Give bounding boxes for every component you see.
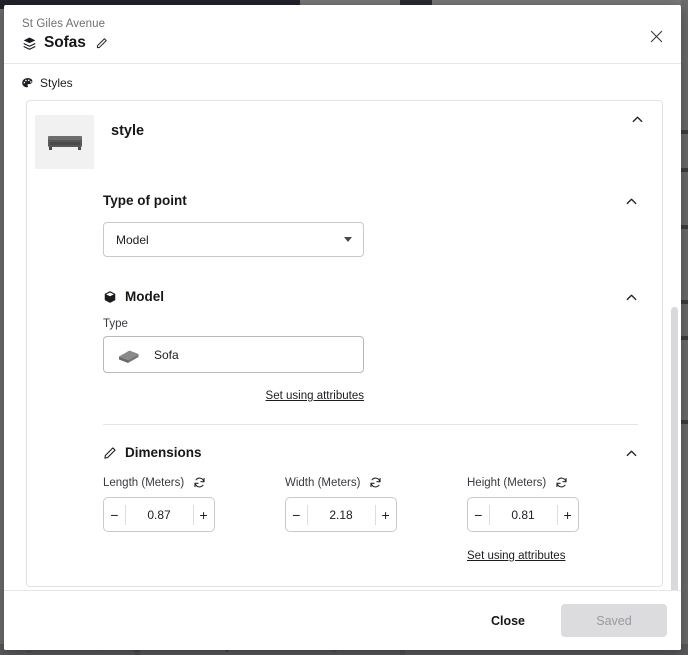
layers-icon [22, 36, 37, 51]
length-label-row: Length (Meters) [103, 476, 285, 489]
model-title: Model [125, 289, 164, 304]
style-card-header: style [27, 101, 662, 169]
pencil-icon[interactable] [95, 37, 108, 50]
type-of-point-value: Model [116, 232, 149, 247]
chevron-up-icon-style[interactable] [631, 113, 644, 126]
model-header: Model [103, 289, 662, 304]
length-label: Length (Meters) [103, 476, 185, 489]
dialog-header: St Giles Avenue Sofas [4, 5, 681, 64]
dimensions-grid: Length (Meters) − 0.87 + Width (Meters) … [103, 476, 662, 532]
dialog-footer: Close Saved [4, 590, 681, 650]
style-editor-dialog: St Giles Avenue Sofas Styles style Type … [4, 5, 681, 650]
refresh-icon-length[interactable] [193, 476, 206, 489]
page-title: Sofas [44, 34, 86, 51]
height-stepper[interactable]: − + [467, 497, 579, 532]
background-right-panel [681, 0, 688, 655]
save-button: Saved [561, 604, 667, 637]
section-divider [103, 424, 638, 425]
width-label: Width (Meters) [285, 476, 361, 489]
dialog-title-row: Sofas [22, 34, 663, 52]
type-of-point-select[interactable]: Model [103, 222, 364, 257]
chevron-up-icon-type-of-point[interactable] [625, 195, 638, 208]
palette-icon [21, 77, 34, 90]
dimensions-header: Dimensions [103, 445, 662, 460]
length-input[interactable] [125, 507, 193, 522]
dimensions-attributes-row: Set using attributes [467, 546, 649, 564]
chevron-up-icon-model[interactable] [625, 291, 638, 304]
styles-label: Styles [40, 76, 73, 90]
model-type-label: Type [103, 318, 128, 330]
dimensions-title: Dimensions [125, 445, 202, 460]
height-label: Height (Meters) [467, 476, 547, 489]
close-icon[interactable] [645, 25, 667, 47]
width-label-row: Width (Meters) [285, 476, 467, 489]
height-decrement-button[interactable]: − [468, 498, 489, 531]
refresh-icon-height[interactable] [555, 476, 568, 489]
dimension-field-height: Height (Meters) − 0.81 + [467, 476, 649, 532]
background-right-list [681, 0, 688, 655]
sofa-model-icon [116, 345, 142, 365]
refresh-icon-width[interactable] [369, 476, 382, 489]
width-increment-button[interactable]: + [375, 498, 396, 531]
ruler-icon [103, 446, 117, 460]
width-decrement-button[interactable]: − [286, 498, 307, 531]
screen: ⌂ ◔ ✂ ▭ ↯ ↻ St Giles Avenue Sofas [0, 0, 688, 655]
model-attributes-row: Set using attributes [103, 386, 364, 404]
dimension-field-width: Width (Meters) − 2.18 + [285, 476, 467, 532]
sofa-thumbnail [35, 115, 94, 169]
height-input[interactable] [489, 507, 557, 522]
style-card: style Type of point Model Model Type Sof… [26, 100, 663, 587]
dialog-body: Styles style Type of point Model Model T… [4, 64, 681, 590]
width-input[interactable] [307, 507, 375, 522]
cube-icon [103, 290, 117, 304]
style-card-title: style [111, 123, 145, 139]
close-button[interactable]: Close [469, 604, 547, 638]
dimensions-set-using-attributes-link[interactable]: Set using attributes [467, 550, 565, 562]
length-increment-button[interactable]: + [193, 498, 214, 531]
type-of-point-header: Type of point [103, 193, 662, 208]
model-type-value: Sofa [154, 347, 179, 362]
breadcrumb: St Giles Avenue [22, 18, 106, 30]
type-of-point-title: Type of point [103, 193, 187, 208]
chevron-up-icon-dimensions[interactable] [625, 447, 638, 460]
length-decrement-button[interactable]: − [104, 498, 125, 531]
width-stepper[interactable]: − + [285, 497, 397, 532]
chevron-down-icon [344, 237, 352, 242]
dimension-field-length: Length (Meters) − 0.87 + [103, 476, 285, 532]
styles-section-label: Styles [4, 64, 681, 100]
model-type-select[interactable]: Sofa [103, 336, 364, 373]
model-set-using-attributes-link[interactable]: Set using attributes [266, 390, 364, 402]
content-scrollbar[interactable] [671, 307, 678, 590]
style-card-content: Type of point Model Model Type Sofa Set … [27, 193, 662, 564]
scrollbar-thumb[interactable] [671, 307, 678, 590]
height-label-row: Height (Meters) [467, 476, 649, 489]
height-increment-button[interactable]: + [557, 498, 578, 531]
length-stepper[interactable]: − + [103, 497, 215, 532]
